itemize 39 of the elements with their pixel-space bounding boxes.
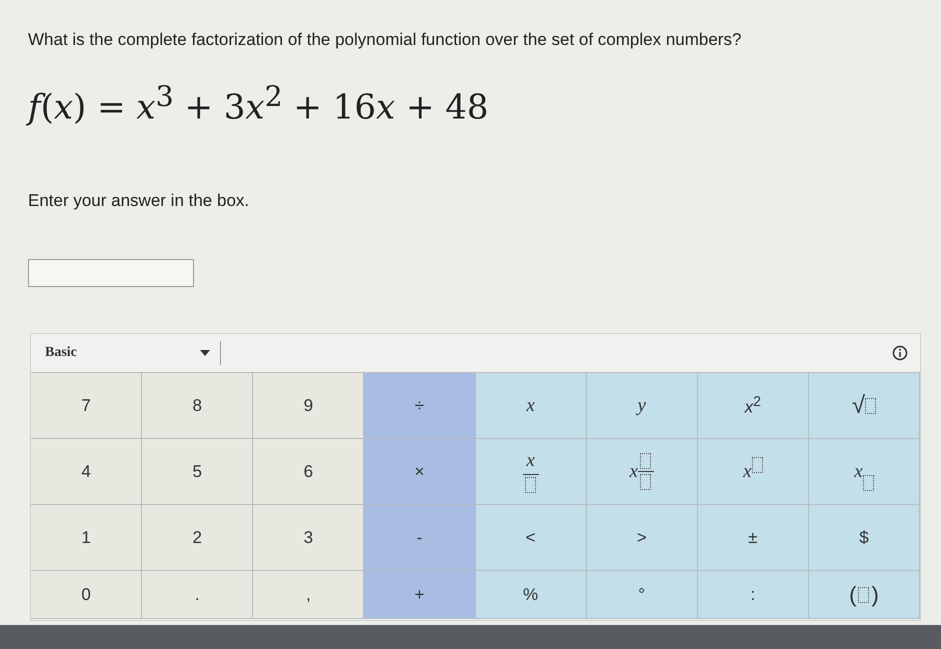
keypad-key[interactable]: : (698, 571, 809, 619)
answer-input-field[interactable] (28, 259, 194, 288)
keypad-key[interactable]: < (476, 505, 587, 571)
square-root-key[interactable]: √ (808, 373, 920, 439)
mode-dropdown[interactable]: Basic (45, 341, 221, 365)
keypad-key[interactable]: ° (586, 571, 698, 619)
keypad-key[interactable]: > (586, 505, 698, 571)
keypad-key[interactable]: y (586, 373, 698, 439)
keypad-key[interactable]: - (364, 505, 476, 571)
polynomial-formula: f(x) = x$^{3}$ + 3x$^{2}$ + 16x + 48 (28, 80, 490, 128)
keypad-key[interactable]: 6 (253, 439, 364, 505)
question-text: What is the complete factorization of the polynomial function over the set of complex numbers? (28, 30, 742, 50)
fraction-key[interactable]: x (476, 439, 587, 505)
keypad-key[interactable]: ± (698, 505, 809, 571)
keypad-key[interactable]: 4 (31, 439, 142, 505)
keypad-key[interactable]: $ (808, 505, 920, 571)
keypad-key[interactable]: . (142, 571, 254, 619)
keypad-key[interactable]: 7 (31, 373, 142, 439)
keypad-key[interactable]: x (476, 373, 587, 439)
keypad-key[interactable]: ÷ (364, 373, 476, 439)
keypad-key[interactable]: 8 (142, 373, 254, 439)
keypad-key[interactable]: , (253, 571, 364, 619)
keypad-key[interactable]: + (364, 571, 476, 619)
keypad-key[interactable]: 0 (31, 571, 142, 619)
keypad-key[interactable]: × (364, 439, 476, 505)
keypad-key[interactable]: x$^{2}$ (698, 373, 809, 439)
info-icon[interactable] (892, 345, 908, 361)
subscript-key[interactable]: x (808, 439, 920, 505)
keypad-key[interactable]: 2 (142, 505, 254, 571)
keypad-key[interactable]: 1 (31, 505, 142, 571)
instruction-text: Enter your answer in the box. (28, 191, 250, 212)
parentheses-key[interactable]: ( ) (808, 571, 920, 619)
exponent-key[interactable]: x (698, 439, 809, 505)
caret-icon (200, 350, 210, 356)
keypad-key[interactable]: % (476, 571, 587, 619)
keypad-key[interactable]: 9 (253, 373, 364, 439)
keypad-key[interactable]: 5 (142, 439, 254, 505)
keypad-key[interactable]: 3 (253, 505, 364, 571)
mixed-number-key[interactable]: x (586, 439, 698, 505)
